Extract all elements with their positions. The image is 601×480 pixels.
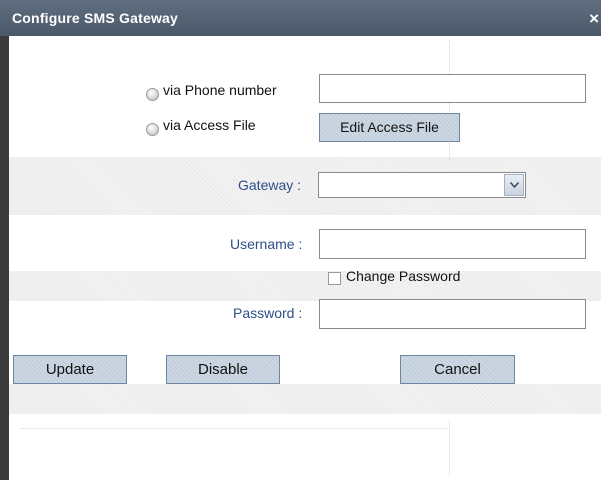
- dialog-title: Configure SMS Gateway: [12, 10, 179, 26]
- change-password-label: Change Password: [346, 268, 461, 284]
- phone-number-input[interactable]: [319, 74, 586, 103]
- access-file-label: via Access File: [163, 117, 256, 133]
- title-bar[interactable]: Configure SMS Gateway ×: [0, 0, 601, 36]
- change-password-checkbox[interactable]: [328, 272, 341, 285]
- close-icon[interactable]: ×: [589, 9, 599, 29]
- cancel-button[interactable]: Cancel: [400, 355, 515, 384]
- phone-number-radio[interactable]: [146, 88, 159, 101]
- chevron-down-icon: [509, 182, 519, 188]
- phone-number-label: via Phone number: [163, 82, 277, 98]
- update-button[interactable]: Update: [13, 355, 127, 384]
- change-password-band: [9, 271, 601, 301]
- password-input[interactable]: [319, 299, 586, 329]
- gateway-dropdown-button[interactable]: [504, 174, 524, 196]
- gateway-label: Gateway :: [238, 177, 302, 193]
- username-label: Username :: [230, 236, 303, 252]
- access-file-radio[interactable]: [146, 123, 159, 136]
- left-border: [0, 36, 9, 480]
- username-input[interactable]: [319, 229, 586, 259]
- password-label: Password :: [233, 305, 303, 321]
- edit-access-file-button[interactable]: Edit Access File: [319, 113, 460, 142]
- footer-band: [9, 384, 601, 414]
- guide-line: [20, 428, 450, 429]
- configure-sms-gateway-dialog: Configure SMS Gateway × via Phone number…: [0, 0, 601, 480]
- disable-button[interactable]: Disable: [166, 355, 280, 384]
- gateway-select[interactable]: [318, 172, 526, 198]
